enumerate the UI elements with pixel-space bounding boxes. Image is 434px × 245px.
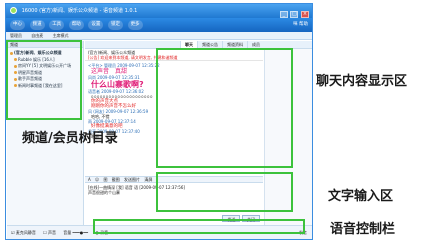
close-button[interactable]: × bbox=[301, 11, 309, 18]
window-title: 16000 (官方)新闻、娱乐公众频道 - 语音频道 1.0.1 bbox=[21, 8, 138, 14]
emoji-icon[interactable]: ☺ bbox=[95, 177, 99, 182]
channel-subbar: 管理员 自由麦 主席模式 bbox=[6, 32, 312, 40]
help-link[interactable]: 咪 帮助 bbox=[293, 21, 308, 27]
maximize-button[interactable]: □ bbox=[290, 11, 299, 18]
free-mic-button[interactable]: 自由麦 bbox=[31, 33, 43, 38]
tree-annotation-label: 频道/会员树目录 bbox=[22, 131, 118, 146]
input-highlight-box bbox=[156, 172, 293, 212]
toolbar-item[interactable]: 帮助 bbox=[68, 20, 84, 30]
toolbar-item[interactable]: 工具 bbox=[49, 20, 65, 30]
input-annotation-label: 文字输入区 bbox=[328, 189, 394, 204]
image-icon[interactable]: 图 bbox=[103, 177, 107, 182]
main-toolbar: 中心 频道 工具 帮助 设置 锁定 更多 咪 帮助 bbox=[6, 18, 312, 32]
tree-highlight-box bbox=[6, 40, 82, 120]
chat-highlight-box bbox=[156, 48, 293, 168]
screenshot-button[interactable]: 截图 bbox=[112, 177, 120, 182]
toolbar-item[interactable]: 锁定 bbox=[107, 20, 123, 30]
voice-highlight-box bbox=[93, 219, 305, 234]
toolbar-item[interactable]: 频道 bbox=[29, 20, 45, 30]
host-mode-button[interactable]: 主席模式 bbox=[53, 33, 69, 38]
toolbar-item[interactable]: 中心 bbox=[10, 20, 25, 30]
volume-slider[interactable]: 音量 ━━━●━━ bbox=[63, 230, 88, 235]
admin-button[interactable]: 管理员 bbox=[10, 33, 22, 38]
app-icon bbox=[10, 7, 17, 14]
sound-checkbox[interactable]: ☐ 声音 bbox=[43, 230, 56, 235]
minimize-button[interactable]: _ bbox=[279, 11, 288, 18]
clear-screen-button[interactable]: 清屏 bbox=[144, 177, 152, 182]
voice-annotation-label: 语音控制栏 bbox=[330, 222, 396, 237]
chat-annotation-label: 聊天内容显示区 bbox=[316, 74, 408, 89]
toolbar-item[interactable]: 设置 bbox=[88, 20, 104, 30]
toolbar-item[interactable]: 更多 bbox=[127, 20, 143, 30]
title-bar: 16000 (官方)新闻、娱乐公众频道 - 语音频道 1.0.1 _ □ × bbox=[6, 4, 312, 18]
send-image-button[interactable]: 发送图片 bbox=[124, 177, 140, 182]
mic-mute-checkbox[interactable]: ☑ 麦克风静音 bbox=[11, 230, 36, 235]
font-button[interactable]: A bbox=[88, 177, 91, 182]
